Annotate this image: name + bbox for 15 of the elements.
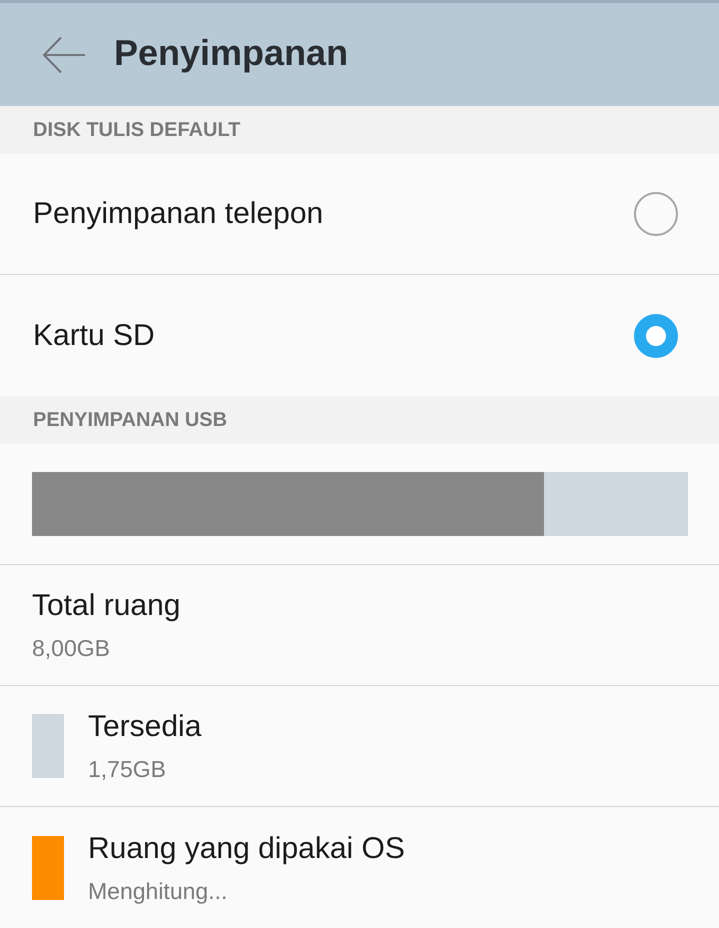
- section-header: PENYIMPANAN USB: [0, 396, 719, 444]
- storage-row-title: Tersedia: [88, 709, 202, 745]
- section-header: DISK TULIS DEFAULT: [0, 106, 719, 154]
- storage-row-title: Total ruang: [32, 588, 180, 624]
- back-button[interactable]: [42, 36, 86, 74]
- storage-row-title: Ruang yang dipakai OS: [88, 830, 405, 866]
- option-label: Penyimpanan telepon: [32, 197, 324, 231]
- page-title: Penyimpanan: [114, 32, 348, 74]
- radio-button[interactable]: [634, 314, 678, 358]
- option-label: Kartu SD: [32, 318, 155, 352]
- storage-row-value: 1,75GB: [88, 755, 167, 783]
- radio-button[interactable]: [634, 192, 678, 236]
- storage-row-value: Menghitung...: [88, 876, 228, 904]
- back-arrow-icon: [42, 36, 86, 74]
- storage-row-value: 8,00GB: [32, 634, 111, 662]
